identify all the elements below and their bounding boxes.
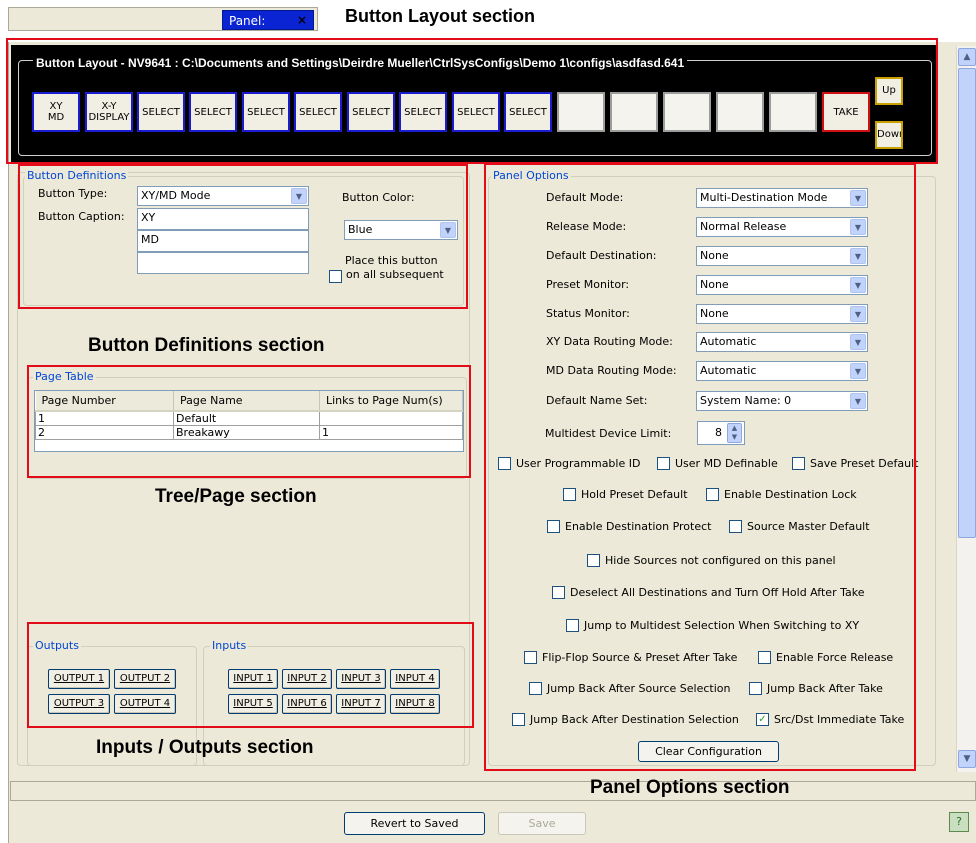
close-icon[interactable]: × bbox=[297, 13, 307, 27]
vertical-scrollbar[interactable]: ▲ ▼ bbox=[956, 46, 976, 772]
callout-button-definitions: Button Definitions section bbox=[88, 335, 325, 356]
footer-bar bbox=[9, 801, 976, 843]
callout-inputs-outputs: Inputs / Outputs section bbox=[96, 737, 314, 758]
help-icon[interactable]: ? bbox=[949, 812, 969, 832]
save-button[interactable]: Save bbox=[498, 812, 586, 835]
callout-tree-page: Tree/Page section bbox=[155, 486, 317, 507]
callout-panel-options: Panel Options section bbox=[590, 777, 790, 798]
button-definitions-callout-box bbox=[18, 164, 468, 309]
scroll-down-icon[interactable]: ▼ bbox=[958, 750, 976, 768]
status-bar bbox=[10, 781, 976, 801]
scrollbar-thumb[interactable] bbox=[958, 68, 976, 538]
callout-button-layout: Button Layout section bbox=[345, 6, 535, 26]
page-table-callout-box bbox=[27, 365, 471, 478]
scroll-up-icon[interactable]: ▲ bbox=[958, 48, 976, 66]
panel-tab-label: Panel: bbox=[229, 14, 266, 28]
panel-options-callout-box bbox=[484, 163, 916, 771]
button-layout-callout-box bbox=[6, 38, 938, 164]
revert-to-saved-button[interactable]: Revert to Saved bbox=[344, 812, 485, 835]
inputs-outputs-callout-box bbox=[27, 622, 474, 728]
panel-tab[interactable]: Panel: × bbox=[222, 10, 314, 30]
